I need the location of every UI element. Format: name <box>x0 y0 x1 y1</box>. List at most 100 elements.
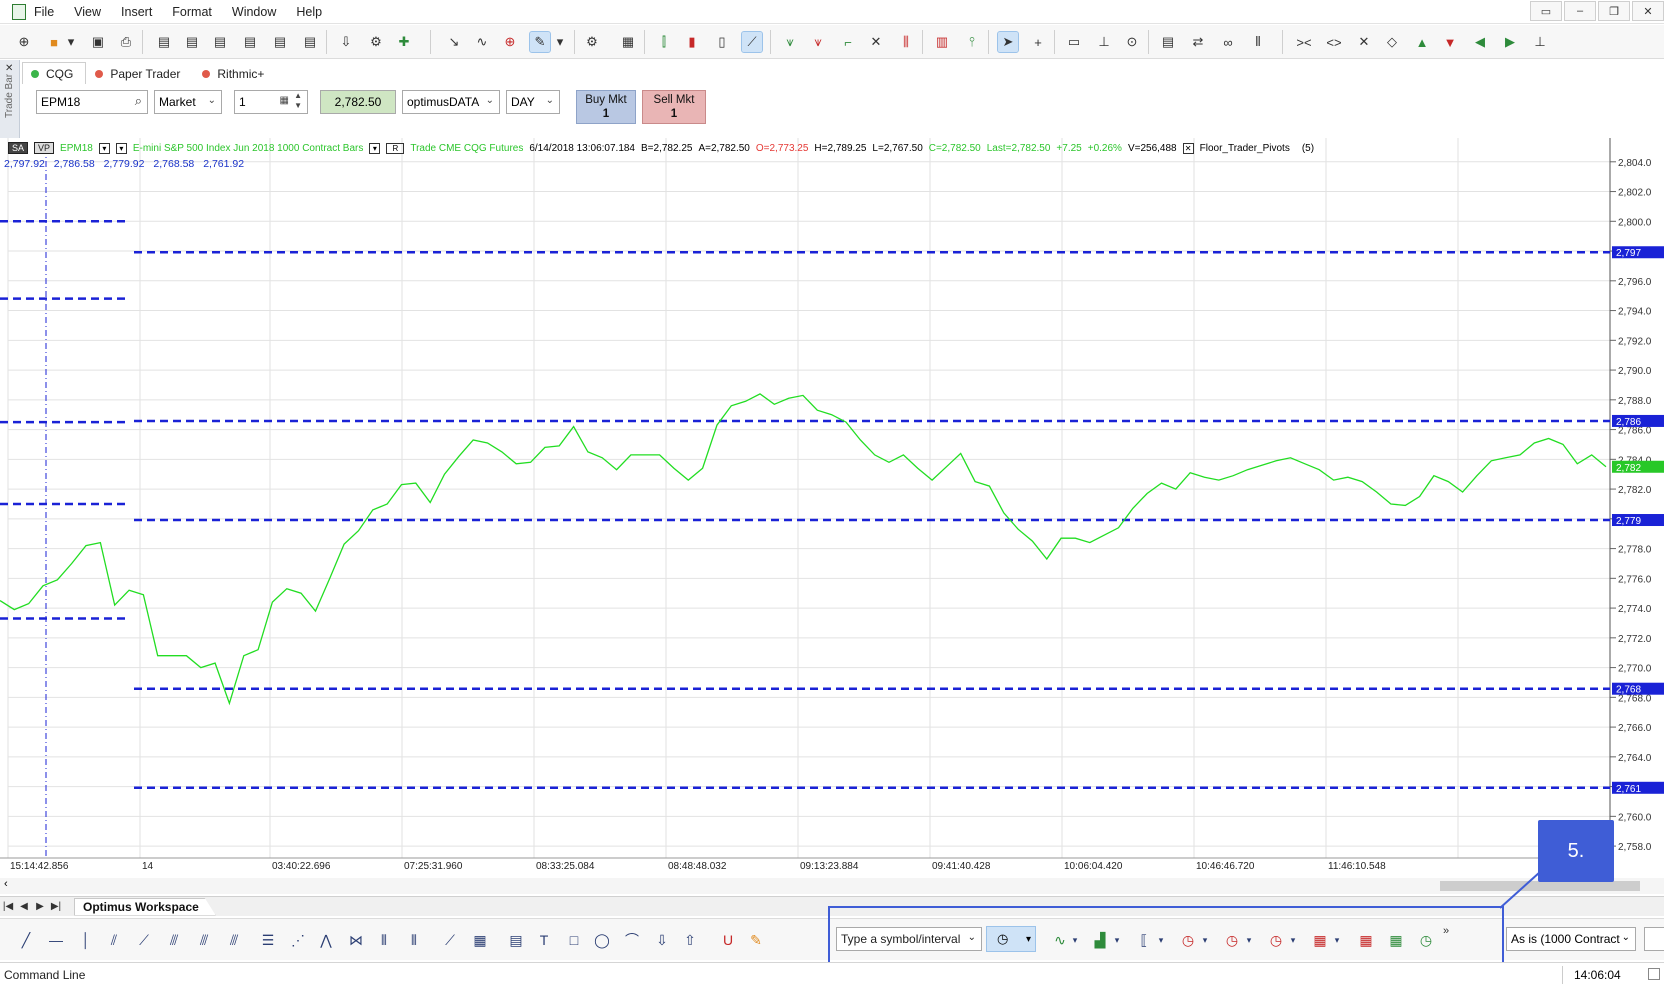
document-icon[interactable]: ▤ <box>270 32 290 52</box>
rectangle-icon[interactable]: □ <box>564 930 584 950</box>
speed-lines-icon[interactable]: ⫻ <box>224 930 244 950</box>
draw-tool-icon[interactable]: ✎ <box>529 31 551 53</box>
prev-tab-icon[interactable]: ◀ <box>16 901 32 912</box>
fibonacci-fan-icon[interactable]: ⋰ <box>288 930 308 950</box>
ohlc-bar-icon[interactable]: ⫿ <box>654 32 674 52</box>
command-line-label[interactable]: Command Line <box>4 968 85 982</box>
scroll-left-icon[interactable]: ◀ <box>1470 32 1490 52</box>
horizontal-line-icon[interactable]: — <box>46 930 66 950</box>
symbol-menu-icon[interactable]: ▾ <box>98 142 110 154</box>
chart-scrollbar[interactable]: ‹ <box>0 878 1664 894</box>
line-chart-icon[interactable]: ⟋ <box>741 31 763 53</box>
tab-paper-trader[interactable]: Paper Trader <box>86 62 193 84</box>
scroll-down-icon[interactable]: ▼ <box>1440 32 1460 52</box>
menu-window[interactable]: Window <box>232 5 276 19</box>
menu-insert[interactable]: Insert <box>121 5 152 19</box>
candlestick-icon[interactable]: ▮ <box>682 32 702 52</box>
zoom-icon[interactable]: ⊙ <box>1122 32 1142 52</box>
print-icon[interactable]: ⎙ <box>116 32 136 52</box>
gann-fan-icon[interactable]: ⫻ <box>194 930 214 950</box>
channel-icon[interactable]: ⫽ <box>104 930 124 950</box>
scroll-right-icon[interactable]: ▶ <box>1500 32 1520 52</box>
andrews-pitchfork-icon[interactable]: ⫻ <box>164 930 184 950</box>
price-chart[interactable]: 2,804.02,802.02,800.02,798.02,796.02,794… <box>0 138 1664 878</box>
scroll-up-icon[interactable]: ▲ <box>1412 32 1432 52</box>
window-restore-icon[interactable]: ▭ <box>1530 1 1562 21</box>
add-marker-icon[interactable]: ⊕ <box>500 32 520 52</box>
menu-help[interactable]: Help <box>296 5 322 19</box>
arc-icon[interactable]: ⌒ <box>622 930 642 950</box>
stepper-arrows-icon[interactable]: ▲ ▼ <box>294 91 302 111</box>
open-dropdown-icon[interactable]: ▾ <box>64 32 78 52</box>
next-tab-icon[interactable]: ▶ <box>32 901 48 912</box>
fib-arcs-icon[interactable]: ⋈ <box>346 930 366 950</box>
search-icon[interactable]: ⌕ <box>135 93 142 109</box>
description-menu-icon[interactable]: ▾ <box>369 142 381 154</box>
menu-format[interactable]: Format <box>172 5 212 19</box>
cycle-lines-icon[interactable]: ⦀ <box>404 930 424 950</box>
ray-icon[interactable]: ⟋ <box>134 930 154 950</box>
expand-vertical-icon[interactable]: ◇ <box>1382 32 1402 52</box>
hollow-candle-icon[interactable]: ▯ <box>712 32 732 52</box>
paint-icon[interactable]: ✎ <box>746 930 766 950</box>
first-tab-icon[interactable]: |◀ <box>0 901 16 912</box>
heikin-ashi-icon[interactable]: ▥ <box>932 32 952 52</box>
glasses-icon[interactable]: ∞ <box>1218 32 1238 52</box>
comment-icon[interactable]: ▭ <box>1064 32 1084 52</box>
study-remove-icon[interactable]: ✕ <box>1182 142 1194 154</box>
pointer-icon[interactable]: ➤ <box>997 31 1019 53</box>
step-chart-icon[interactable]: ⌐ <box>838 32 858 52</box>
order-type-select[interactable]: Market ⌄ <box>154 90 222 114</box>
crosshair-icon[interactable]: + <box>1028 32 1048 52</box>
tab-optimus-workspace[interactable]: Optimus Workspace <box>74 897 216 916</box>
menu-view[interactable]: View <box>74 5 101 19</box>
point-figure-icon[interactable]: ✕ <box>866 32 886 52</box>
export-icon[interactable]: ⇩ <box>336 32 356 52</box>
window-minimize-button[interactable]: – <box>1564 1 1596 21</box>
sell-market-button[interactable]: Sell Mkt 1 <box>642 90 706 124</box>
document-icon[interactable]: ▤ <box>210 32 230 52</box>
menu-file[interactable]: File <box>34 5 54 19</box>
account-select[interactable]: optimusDATA ⌄ <box>402 90 500 114</box>
down-bar-icon[interactable]: ⩛ <box>808 32 828 52</box>
document-icon[interactable]: ▤ <box>154 32 174 52</box>
horizontal-cursor-icon[interactable]: ⊥ <box>1094 32 1114 52</box>
volume-bar-icon[interactable]: ⩛ <box>780 32 800 52</box>
magnet-icon[interactable]: U <box>718 930 738 950</box>
aggregation-select[interactable]: As is (1000 Contract ⌄ <box>1506 927 1636 951</box>
window-maximize-button[interactable]: ❐ <box>1598 1 1630 21</box>
ellipse-icon[interactable]: ◯ <box>592 930 612 950</box>
document-icon[interactable]: ▤ <box>182 32 202 52</box>
time-zones-icon[interactable]: ⦀ <box>374 930 394 950</box>
trend-line-icon[interactable]: ╱ <box>16 930 36 950</box>
scroll-left-arrow-icon[interactable]: ‹ <box>4 878 8 890</box>
range-bar-icon[interactable]: ⫼ <box>896 32 916 52</box>
open-workspace-icon[interactable]: ■ <box>44 32 64 52</box>
tradebar-handle[interactable]: ✕ Trade Bar <box>0 60 20 138</box>
vp-chip[interactable]: VP <box>34 142 55 154</box>
r-chip[interactable]: R <box>386 142 405 154</box>
data-window-icon[interactable]: ▤ <box>1158 32 1178 52</box>
next-field[interactable] <box>1644 927 1664 951</box>
buy-market-button[interactable]: Buy Mkt 1 <box>576 90 636 124</box>
tradebar-close-icon[interactable]: ✕ <box>5 63 13 74</box>
grid-icon[interactable]: ▦ <box>470 930 490 950</box>
chart-settings-icon[interactable]: ⚙ <box>366 32 386 52</box>
cursor-icon[interactable]: ↘ <box>444 32 464 52</box>
compress-vertical-icon[interactable]: ✕ <box>1354 32 1374 52</box>
kagi-icon[interactable]: ⫯ <box>962 32 982 52</box>
fibonacci-retracement-icon[interactable]: ☰ <box>258 930 278 950</box>
price-field[interactable]: 2,782.50 <box>320 90 396 114</box>
sa-chip[interactable]: SA <box>8 142 29 154</box>
window-close-button[interactable]: ✕ <box>1632 1 1664 21</box>
draw-tool-dropdown-icon[interactable]: ▾ <box>554 32 566 52</box>
calculator-icon[interactable]: ▦ <box>280 95 289 106</box>
properties-icon[interactable]: ⚙ <box>582 32 602 52</box>
vertical-line-icon[interactable]: │ <box>76 930 96 950</box>
regression-icon[interactable]: ⟋ <box>440 930 460 950</box>
symbol-input[interactable]: EPM18 ⌕ <box>36 90 148 114</box>
document-icon[interactable]: ▤ <box>240 32 260 52</box>
add-study-icon[interactable]: ✚ <box>394 32 414 52</box>
elliott-wave-icon[interactable]: ⋀ <box>316 930 336 950</box>
scrollbar-thumb[interactable] <box>1440 881 1640 891</box>
